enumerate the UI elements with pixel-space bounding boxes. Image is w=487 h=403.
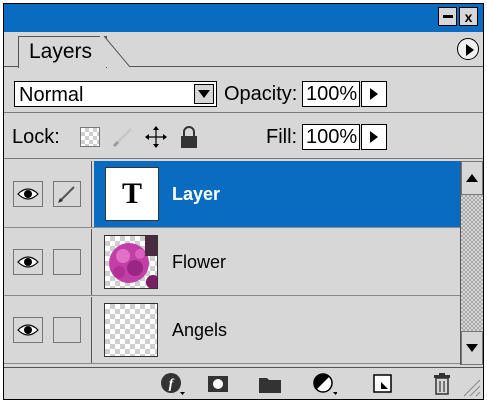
add-mask-button[interactable] [205,372,231,396]
layer-name: Angels [172,320,228,340]
opacity-input[interactable]: 100% [302,81,360,107]
transparent-layer-thumbnail [104,303,158,357]
layers-panel: x Layers Normal Opacity: 100% Lock: Fill… [3,3,484,400]
text-layer-thumbnail: T [105,167,159,221]
blend-mode-dropdown-button[interactable] [194,84,214,104]
scroll-down-button[interactable] [461,331,483,365]
tab-edge [100,36,130,67]
brush-icon [58,186,75,203]
blend-mode-select[interactable]: Normal [14,81,217,107]
eye-icon [17,188,39,200]
lock-position-icon[interactable] [144,125,168,149]
panel-titlebar[interactable]: x [4,4,483,32]
eye-icon [17,256,39,268]
layer-row[interactable]: Flower [4,229,460,296]
layers-toolbar: f [4,367,483,399]
new-group-icon [259,378,281,393]
fill-input[interactable]: 100% [302,124,360,150]
layer-content[interactable]: Angels [94,297,460,363]
lock-transparent-pixels-icon[interactable] [80,127,100,147]
close-icon: x [464,8,473,25]
new-group-button[interactable] [257,372,283,396]
close-button[interactable]: x [459,7,478,26]
visibility-toggle[interactable] [13,181,43,207]
eye-icon [17,324,39,336]
delete-layer-button[interactable] [429,372,455,396]
new-layer-button[interactable] [370,372,396,396]
layer-name: Flower [172,252,227,272]
layer-content[interactable]: T Layer [94,161,460,227]
layer-row[interactable]: Angels [4,297,460,364]
layer-edit-toggle[interactable] [53,181,81,207]
opacity-label: Opacity: [224,83,298,105]
chevron-down-icon [466,344,478,352]
tab-layers[interactable]: Layers [18,36,108,68]
layer-content[interactable]: Flower [94,229,460,295]
lock-label: Lock: [12,126,60,148]
new-layer-icon [373,374,392,393]
play-arrow-icon [370,88,378,100]
minimize-button[interactable] [438,7,457,26]
adjustment-layer-icon [313,373,337,395]
tab-row: Layers [4,32,483,68]
panel-menu-button[interactable] [457,38,479,60]
layer-controls [4,297,92,363]
layer-style-button[interactable]: f [160,372,186,396]
blend-opacity-row: Normal Opacity: 100% [4,68,483,113]
adjustment-layer-button[interactable] [311,372,337,396]
flower-image-icon [109,236,157,288]
lock-image-pixels-icon[interactable] [112,126,134,148]
layer-controls [4,229,92,295]
layer-row[interactable]: T Layer [4,161,460,228]
chevron-up-icon [466,174,478,182]
fill-label: Fill: [266,126,298,148]
blend-mode-value: Normal [19,84,84,106]
play-arrow-icon [370,131,378,143]
layer-style-icon: f [161,373,185,395]
layers-list: T Layer Flower Angels [4,161,483,365]
layer-name: Layer [172,184,221,204]
fill-slider-button[interactable] [361,124,387,150]
layer-link-toggle[interactable] [53,317,81,343]
flower-layer-thumbnail [104,235,158,289]
resize-grip-icon[interactable] [460,374,482,398]
lock-all-icon[interactable] [179,125,199,149]
chevron-down-icon [198,90,210,98]
lock-fill-row: Lock: Fill: 100% [4,114,483,159]
visibility-toggle[interactable] [13,317,43,343]
visibility-toggle[interactable] [13,249,43,275]
scroll-up-button[interactable] [461,161,483,195]
layer-link-toggle[interactable] [53,249,81,275]
trash-icon [434,373,450,395]
opacity-slider-button[interactable] [361,81,387,107]
layer-controls [4,161,92,227]
minimize-icon [442,15,453,18]
add-mask-icon [208,376,228,392]
layers-scrollbar[interactable] [460,161,483,365]
play-arrow-icon [466,44,474,56]
